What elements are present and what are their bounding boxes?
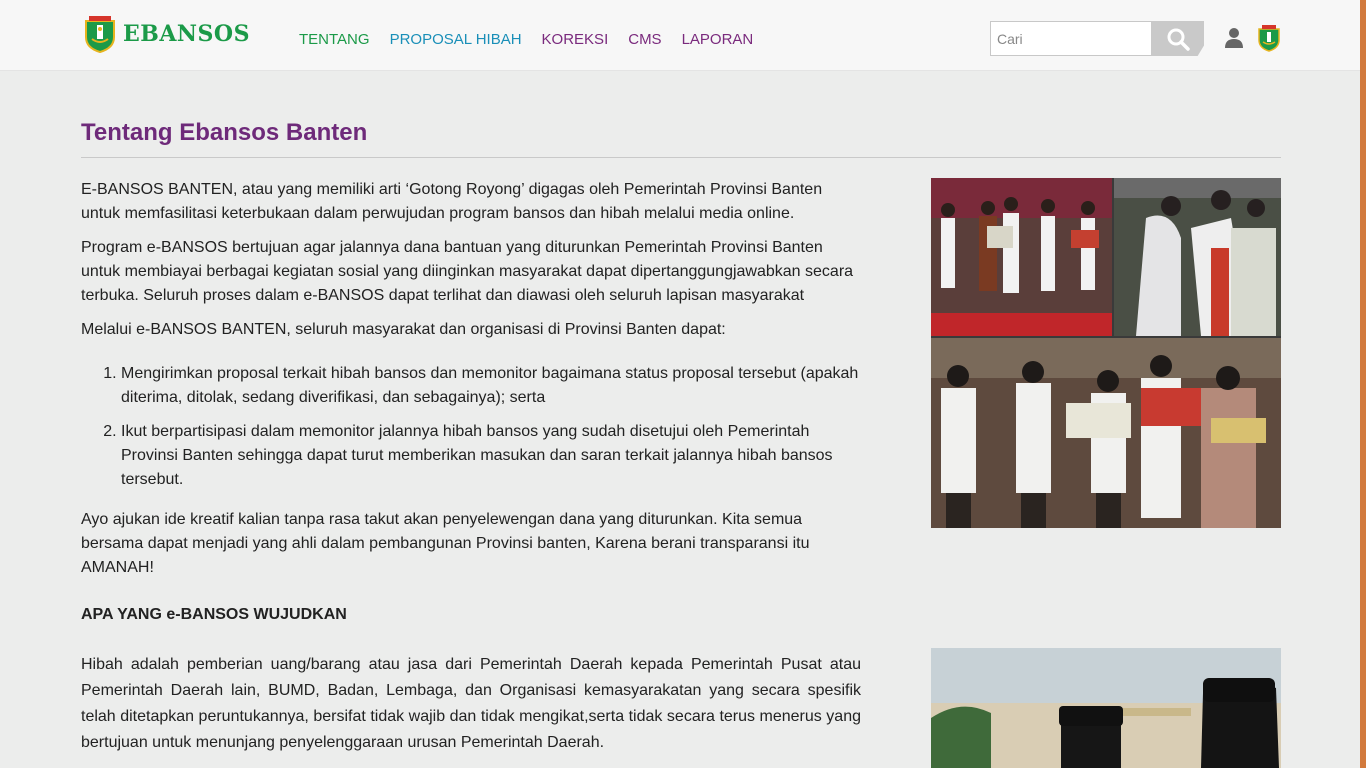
site-header: EBANSOS TENTANG PROPOSAL HIBAH KOREKSI C… [0, 0, 1366, 71]
list-item: Mengirimkan proposal terkait hibah banso… [121, 362, 861, 410]
section-heading: APA YANG e-BANSOS WUJUDKAN [81, 606, 347, 623]
official-photo-image [931, 648, 1281, 768]
page-title: Tentang Ebansos Banten [81, 119, 368, 146]
nav-tentang[interactable]: TENTANG [299, 31, 370, 48]
official-photo [931, 648, 1281, 768]
nav-koreksi[interactable]: KOREKSI [542, 31, 609, 48]
search-button[interactable] [1151, 21, 1204, 56]
banten-emblem-icon [85, 16, 115, 53]
hibah-definition-paragraph: Hibah adalah pemberian uang/barang atau … [81, 656, 861, 751]
nav-proposal-hibah[interactable]: PROPOSAL HIBAH [390, 31, 522, 48]
about-paragraph: Program e-BANSOS bertujuan agar jalannya… [81, 239, 854, 304]
main-nav: TENTANG PROPOSAL HIBAH KOREKSI CMS LAPOR… [299, 31, 773, 48]
site-logo[interactable]: EBANSOS [83, 15, 250, 53]
closing-paragraph: Ayo ajukan ide kreatif kalian tanpa rasa… [81, 511, 810, 576]
event-photo-collage [931, 178, 1281, 528]
title-divider [81, 157, 1281, 158]
banten-emblem-icon[interactable] [1257, 24, 1281, 52]
scroll-accent-bar [1360, 0, 1366, 768]
list-item: Ikut berpartisipasi dalam memonitor jala… [121, 420, 861, 492]
search-input[interactable] [990, 21, 1156, 56]
about-paragraph: E-BANSOS BANTEN, atau yang memiliki arti… [81, 181, 823, 222]
about-content: E-BANSOS BANTEN, atau yang memiliki arti… [81, 178, 861, 590]
search-box [990, 21, 1204, 56]
logo-text: EBANSOS [123, 21, 250, 47]
event-photo-image [931, 178, 1281, 528]
nav-cms[interactable]: CMS [628, 31, 661, 48]
user-icon[interactable] [1224, 27, 1244, 49]
nav-laporan[interactable]: LAPORAN [682, 31, 754, 48]
about-paragraph: Melalui e-BANSOS BANTEN, seluruh masyara… [81, 321, 726, 338]
benefits-list: Mengirimkan proposal terkait hibah banso… [121, 362, 861, 492]
search-icon [1167, 28, 1190, 51]
